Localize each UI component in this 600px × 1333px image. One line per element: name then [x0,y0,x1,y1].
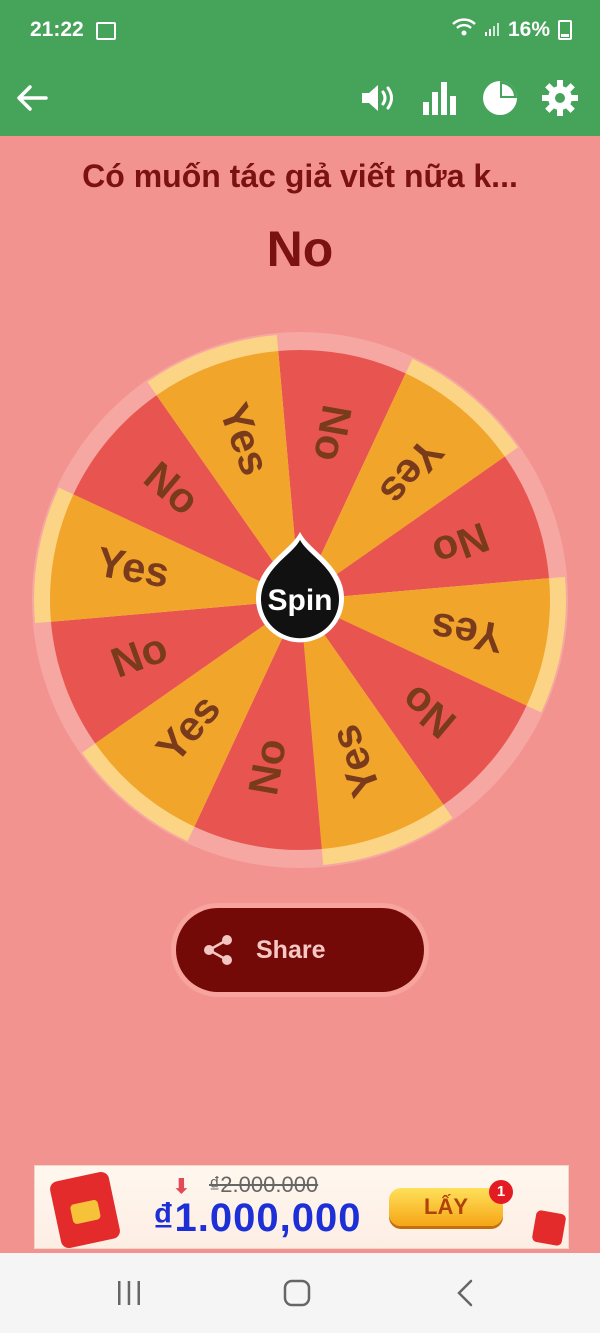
red-envelope-icon [48,1170,122,1250]
ad-claim-button[interactable]: LẤY [389,1188,503,1226]
pie-chart-icon[interactable] [478,76,522,120]
ad-banner[interactable]: ⬇ ₫2.000.000 ₫1.000,000 LẤY 1 [34,1165,569,1250]
status-bar: 21:22 16% [0,0,600,62]
status-right: 16% [452,18,572,42]
wheel-segment-label: No [305,402,361,465]
wheel-segment-label: No [239,735,295,798]
gear-icon[interactable] [538,76,582,120]
app-bar [0,62,600,136]
ad-new-price: ₫1.000,000 [153,1196,362,1240]
spin-wheel[interactable]: No Yes No Yes No Yes No Yes No Yes No Yes Spin [30,330,570,870]
spin-result: No [266,221,334,277]
share-label: Share [256,936,326,964]
red-envelope-small-icon [531,1209,567,1247]
volume-icon[interactable] [358,76,402,120]
ad-old-price: ₫2.000.000 [209,1172,319,1197]
share-icon [202,934,234,971]
signal-icon [484,21,500,40]
question-title: Có muốn tác giả viết nữa k... [82,158,518,194]
wheel-graphic[interactable]: No YesNoYesNoYesNoYesNoYesNoYesSpin [30,330,570,870]
share-button[interactable]: Share [176,908,424,992]
ad-badge: 1 [489,1180,513,1204]
back-icon[interactable] [440,1273,490,1313]
spin-label: Spin [268,584,333,617]
battery-icon [558,20,572,40]
home-icon[interactable] [272,1273,322,1313]
bar-chart-icon[interactable] [418,76,462,120]
status-time: 21:22 [30,18,84,41]
wifi-icon [452,18,476,42]
gallery-icon [96,22,116,40]
recent-apps-icon[interactable] [104,1273,154,1313]
back-arrow-icon[interactable] [10,76,54,120]
battery-percent: 16% [507,18,550,41]
system-nav-bar [0,1253,600,1333]
